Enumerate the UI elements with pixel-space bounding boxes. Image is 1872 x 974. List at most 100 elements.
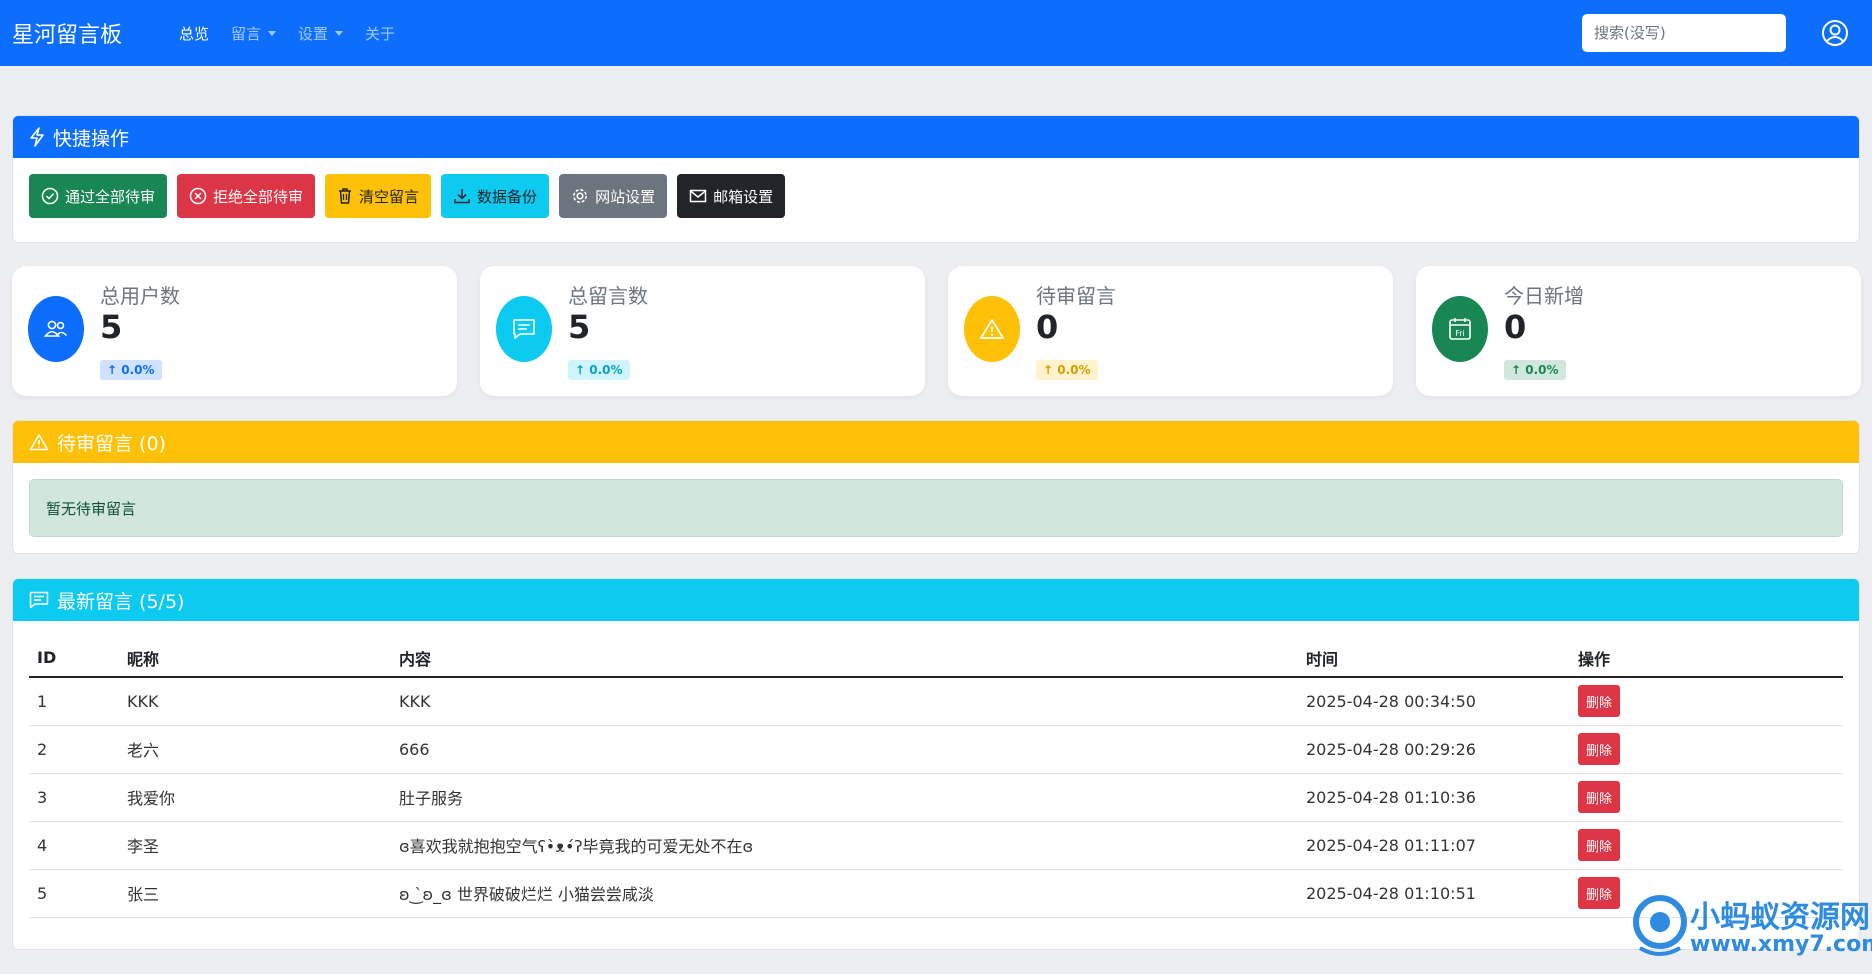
delete-button[interactable]: 删除 xyxy=(1578,685,1621,718)
table-row: 5 张三 ʚ‿̀ʚ_ɞ 世界破破烂烂 小猫尝尝咸淡 2025-04-28 01:… xyxy=(29,869,1843,918)
check-circle-icon xyxy=(41,187,59,205)
stat-change-badge: ↑ 0.0% xyxy=(1504,360,1566,380)
chevron-down-icon xyxy=(268,30,277,36)
nav-overview[interactable]: 总览 xyxy=(179,23,209,44)
warning-icon xyxy=(29,434,49,451)
stat-icon-circle: Fri xyxy=(1432,296,1488,362)
cell-content: ɞ喜欢我就抱抱空气ʕ•̀ᴥ•́ʔ毕竟我的可爱无处不在ɞ xyxy=(391,821,1298,870)
column-header-actions: 操作 xyxy=(1570,639,1843,678)
stat-card-pending-messages: 待审留言 0 ↑ 0.0% xyxy=(948,266,1393,396)
top-navbar: 星河留言板 总览 留言 设置 关于 xyxy=(0,0,1872,66)
stat-icon-circle xyxy=(496,296,552,362)
recent-messages-header: 最新留言 (5/5) xyxy=(13,579,1859,621)
quick-actions-header: 快捷操作 xyxy=(13,116,1859,158)
watermark-site-url: www.xmy7.com xyxy=(1690,932,1872,957)
stat-label: 总用户数 xyxy=(100,284,180,308)
cell-actions: 删除 xyxy=(1570,821,1843,870)
quick-actions-card: 快捷操作 通过全部待审 拒绝全部待审 清空留言 数据备份 网站设置 邮箱设置 xyxy=(12,115,1860,243)
recent-messages-title: 最新留言 (5/5) xyxy=(57,590,185,613)
stat-change-badge: ↑ 0.0% xyxy=(1036,360,1098,380)
user-circle-icon[interactable] xyxy=(1820,18,1850,48)
stat-value: 5 xyxy=(100,308,123,346)
stat-change-badge: ↑ 0.0% xyxy=(100,360,162,380)
envelope-icon xyxy=(689,189,707,203)
cell-time: 2025-04-28 00:29:26 xyxy=(1298,725,1570,774)
cell-nickname: 张三 xyxy=(119,869,391,918)
stat-card-total-users: 总用户数 5 ↑ 0.0% xyxy=(12,266,457,396)
site-settings-button[interactable]: 网站设置 xyxy=(559,174,668,218)
cell-id: 4 xyxy=(29,821,119,870)
ant-logo-icon xyxy=(1633,895,1687,956)
cell-id: 1 xyxy=(29,677,119,726)
stat-card-total-messages: 总留言数 5 ↑ 0.0% xyxy=(480,266,925,396)
nav-settings-dropdown[interactable]: 设置 xyxy=(298,23,344,44)
column-header-time: 时间 xyxy=(1298,639,1570,678)
stat-icon-circle xyxy=(964,296,1020,362)
nav-messages-dropdown[interactable]: 留言 xyxy=(231,23,277,44)
chat-left-text-icon xyxy=(29,591,49,609)
email-settings-button[interactable]: 邮箱设置 xyxy=(677,174,786,218)
quick-actions-title: 快捷操作 xyxy=(53,127,130,150)
watermark-site-name: 小蚂蚁资源网 xyxy=(1690,900,1870,935)
stat-label: 待审留言 xyxy=(1036,284,1116,308)
column-header-nickname: 昵称 xyxy=(119,639,391,678)
stat-card-today-new: Fri 今日新增 0 ↑ 0.0% xyxy=(1416,266,1861,396)
clear-messages-button[interactable]: 清空留言 xyxy=(325,174,432,218)
cell-time: 2025-04-28 00:34:50 xyxy=(1298,677,1570,726)
column-header-id: ID xyxy=(29,639,119,678)
cell-actions: 删除 xyxy=(1570,773,1843,822)
approve-all-button[interactable]: 通过全部待审 xyxy=(29,174,168,218)
cell-id: 3 xyxy=(29,773,119,822)
download-icon xyxy=(454,189,470,204)
cell-actions: 删除 xyxy=(1570,677,1843,726)
cell-id: 5 xyxy=(29,869,119,918)
nav-links: 总览 留言 设置 关于 xyxy=(179,23,417,44)
cell-actions: 删除 xyxy=(1570,725,1843,774)
stat-icon-circle xyxy=(28,296,84,362)
delete-button[interactable]: 删除 xyxy=(1578,781,1621,813)
reject-all-button[interactable]: 拒绝全部待审 xyxy=(177,174,316,218)
messages-table: ID 昵称 内容 时间 操作 1 KKK KKK 2025-04-28 00:3… xyxy=(29,639,1843,918)
brand-title[interactable]: 星河留言板 xyxy=(12,17,167,49)
delete-button[interactable]: 删除 xyxy=(1578,829,1621,861)
empty-pending-alert: 暂无待审留言 xyxy=(29,479,1843,537)
table-row: 1 KKK KKK 2025-04-28 00:34:50 删除 xyxy=(29,677,1843,726)
calendar-day-text: Fri xyxy=(1455,329,1465,338)
cell-content: KKK xyxy=(391,677,1298,726)
stat-label: 总留言数 xyxy=(568,284,648,308)
cell-content: ʚ‿̀ʚ_ɞ 世界破破烂烂 小猫尝尝咸淡 xyxy=(391,869,1298,918)
backup-data-button[interactable]: 数据备份 xyxy=(441,174,550,218)
warning-icon xyxy=(980,319,1004,339)
table-header-row: ID 昵称 内容 时间 操作 xyxy=(29,639,1843,678)
search-input[interactable] xyxy=(1582,14,1786,52)
chat-icon xyxy=(513,319,535,339)
cell-id: 2 xyxy=(29,725,119,774)
cell-time: 2025-04-28 01:10:36 xyxy=(1298,773,1570,822)
recent-messages-card: 最新留言 (5/5) ID 昵称 内容 时间 操作 1 KKK KKK 2025… xyxy=(12,578,1860,950)
pending-messages-title: 待审留言 (0) xyxy=(57,432,166,455)
cell-content: 666 xyxy=(391,725,1298,774)
cell-nickname: KKK xyxy=(119,677,391,726)
cell-time: 2025-04-28 01:10:51 xyxy=(1298,869,1570,918)
delete-button[interactable]: 删除 xyxy=(1578,877,1621,909)
table-row: 2 老六 666 2025-04-28 00:29:26 删除 xyxy=(29,725,1843,774)
cell-nickname: 我爱你 xyxy=(119,773,391,822)
stat-value: 5 xyxy=(568,308,591,346)
stat-change-badge: ↑ 0.0% xyxy=(568,360,630,380)
gear-icon xyxy=(573,189,588,203)
cell-nickname: 李圣 xyxy=(119,821,391,870)
calendar-icon: Fri xyxy=(1449,318,1471,340)
lightning-icon xyxy=(30,127,44,147)
stat-value: 0 xyxy=(1036,308,1059,346)
nav-about[interactable]: 关于 xyxy=(365,23,395,44)
delete-button[interactable]: 删除 xyxy=(1578,733,1621,765)
x-circle-icon xyxy=(189,187,207,205)
column-header-content: 内容 xyxy=(391,639,1298,678)
pending-messages-header: 待审留言 (0) xyxy=(13,421,1859,463)
cell-time: 2025-04-28 01:11:07 xyxy=(1298,821,1570,870)
stat-value: 0 xyxy=(1504,308,1527,346)
table-row: 4 李圣 ɞ喜欢我就抱抱空气ʕ•̀ᴥ•́ʔ毕竟我的可爱无处不在ɞ 2025-04… xyxy=(29,821,1843,870)
trash-icon xyxy=(339,188,352,204)
quick-actions-buttons: 通过全部待审 拒绝全部待审 清空留言 数据备份 网站设置 邮箱设置 xyxy=(13,158,1859,234)
cell-content: 肚子服务 xyxy=(391,773,1298,822)
